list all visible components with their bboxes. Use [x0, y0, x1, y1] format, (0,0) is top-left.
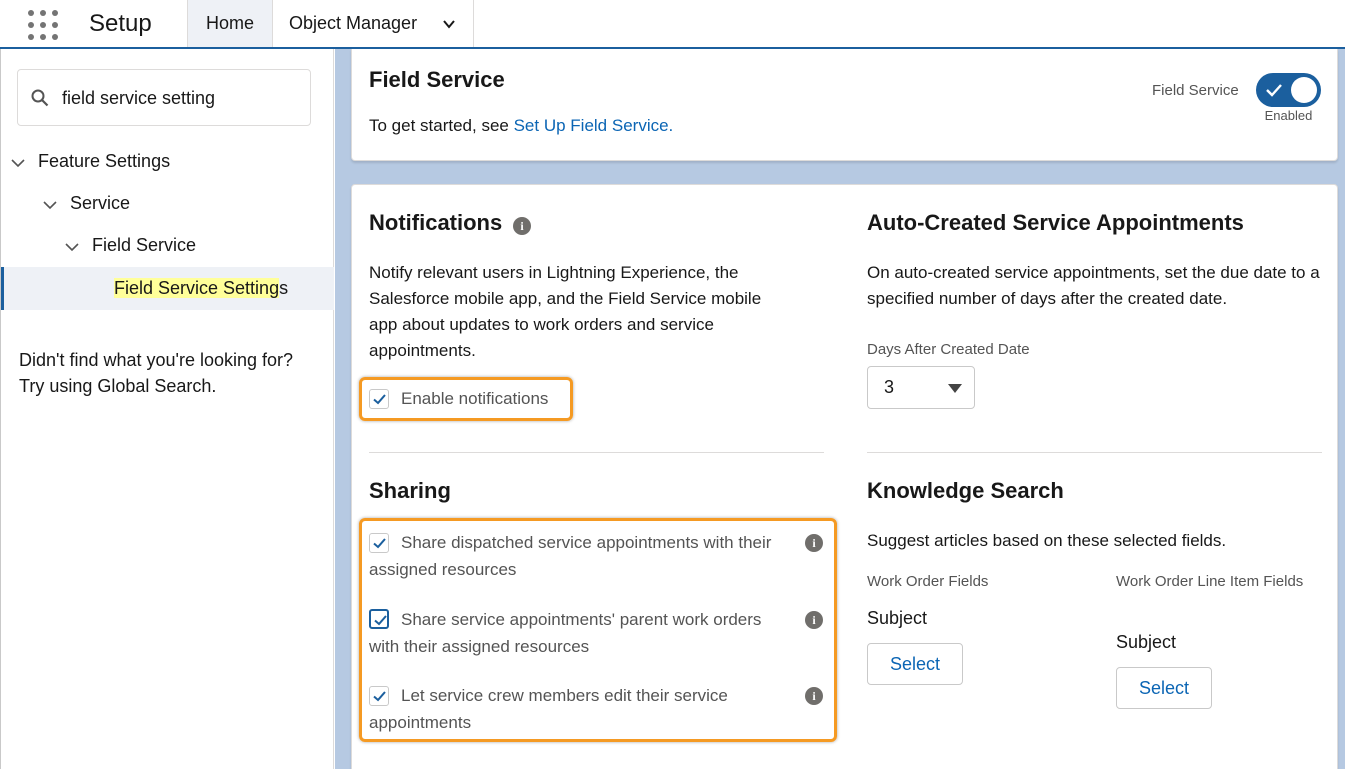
checkmark-icon	[373, 394, 386, 405]
not-found-line: Try using Global Search.	[19, 376, 217, 396]
tree-item-label: Feature Settings	[38, 151, 171, 171]
info-icon[interactable]: i	[805, 534, 823, 552]
field-service-header-card: Field Service To get started, see Set Up…	[351, 49, 1338, 161]
app-launcher-icon[interactable]	[26, 8, 60, 42]
work-order-select-button[interactable]: Select	[867, 643, 963, 685]
tab-home[interactable]: Home	[187, 0, 272, 47]
checkmark-icon	[1266, 84, 1282, 97]
intro-prefix: To get started, see	[369, 116, 514, 135]
sharing-title: Sharing	[369, 478, 451, 503]
settings-card: Notifications i Notify relevant users in…	[351, 184, 1338, 769]
page-title: Field Service	[369, 67, 505, 92]
knowledge-title: Knowledge Search	[867, 478, 1064, 503]
chevron-down-icon[interactable]	[43, 198, 57, 212]
divider	[867, 452, 1322, 453]
global-header: Setup Home Object Manager	[0, 0, 1345, 49]
checkmark-icon	[374, 615, 387, 626]
toggle-label: Field Service	[1152, 82, 1239, 99]
tab-object-manager-label: Object Manager	[289, 13, 418, 33]
info-icon[interactable]: i	[805, 687, 823, 705]
checkbox-label: Share service appointments' parent work …	[369, 610, 762, 656]
checkbox[interactable]	[369, 686, 389, 706]
checkbox-label: Let service crew members edit their serv…	[369, 686, 728, 732]
chevron-down-icon[interactable]	[65, 240, 79, 254]
select-value: 3	[884, 377, 895, 397]
tree-item-feature-settings[interactable]: Feature Settings	[11, 151, 170, 172]
sharing-option[interactable]: Share service appointments' parent work …	[369, 606, 789, 660]
line-item-select-button[interactable]: Select	[1116, 667, 1212, 709]
quick-find-input[interactable]	[62, 82, 302, 114]
search-match-rest: s	[279, 278, 289, 298]
auto-created-description: On auto-created service appointments, se…	[867, 263, 1320, 308]
app-title: Setup	[89, 10, 152, 37]
toggle-knob	[1291, 77, 1317, 103]
chevron-down-icon[interactable]	[11, 156, 25, 170]
intro-text: To get started, see Set Up Field Service…	[369, 116, 673, 136]
auto-created-title: Auto-Created Service Appointments	[867, 210, 1244, 235]
caret-down-icon	[948, 384, 962, 393]
info-icon[interactable]: i	[513, 217, 531, 235]
tree-item-label: Field Service Settings	[114, 278, 288, 299]
checkbox-label: Share dispatched service appointments wi…	[369, 533, 772, 579]
tree-item-label: Field Service	[92, 235, 197, 255]
info-icon[interactable]: i	[805, 611, 823, 629]
search-match-highlight: Field Service Setting	[114, 278, 280, 298]
main-content: Field Service To get started, see Set Up…	[335, 49, 1345, 769]
field-service-toggle[interactable]	[1256, 73, 1321, 107]
line-item-fields-label: Work Order Line Item Fields	[1116, 573, 1304, 590]
days-after-select[interactable]: 3	[867, 366, 975, 409]
tree-item-field-service-settings[interactable]: Field Service Settings	[1, 267, 334, 310]
enable-notifications-checkbox[interactable]: Enable notifications	[369, 385, 548, 412]
checkbox-label: Enable notifications	[401, 389, 549, 408]
knowledge-description: Suggest articles based on these selected…	[867, 531, 1227, 550]
quick-find-search[interactable]	[17, 69, 311, 126]
setup-sidebar: Feature Settings Service Field Service F…	[0, 49, 334, 769]
tab-object-manager[interactable]: Object Manager	[272, 0, 474, 47]
chevron-down-icon[interactable]	[443, 18, 455, 30]
tab-home-label: Home	[205, 13, 254, 33]
not-found-message: Didn't find what you're looking for? Try…	[19, 347, 319, 399]
notifications-description: Notify relevant users in Lightning Exper…	[369, 263, 762, 360]
search-icon	[31, 89, 49, 107]
checkmark-icon	[373, 691, 386, 702]
not-found-line: Didn't find what you're looking for?	[19, 350, 294, 370]
checkmark-icon	[373, 538, 386, 549]
notifications-title: Notifications	[369, 210, 503, 235]
divider	[369, 452, 824, 453]
tree-item-service[interactable]: Service	[43, 193, 130, 214]
toggle-state-text: Enabled	[1264, 108, 1313, 123]
checkbox[interactable]	[369, 389, 389, 409]
line-item-fields-value: Subject	[1116, 632, 1177, 652]
tree-item-label: Service	[70, 193, 131, 213]
work-order-fields-value: Subject	[867, 608, 928, 628]
tree-item-field-service[interactable]: Field Service	[65, 235, 196, 256]
setup-field-service-link[interactable]: Set Up Field Service.	[514, 116, 674, 135]
sharing-option[interactable]: Let service crew members edit their serv…	[369, 682, 769, 736]
checkbox[interactable]	[369, 533, 389, 553]
checkbox[interactable]	[369, 609, 389, 629]
work-order-fields-label: Work Order Fields	[867, 573, 989, 590]
sharing-option[interactable]: Share dispatched service appointments wi…	[369, 529, 809, 583]
days-after-label: Days After Created Date	[867, 341, 1030, 358]
